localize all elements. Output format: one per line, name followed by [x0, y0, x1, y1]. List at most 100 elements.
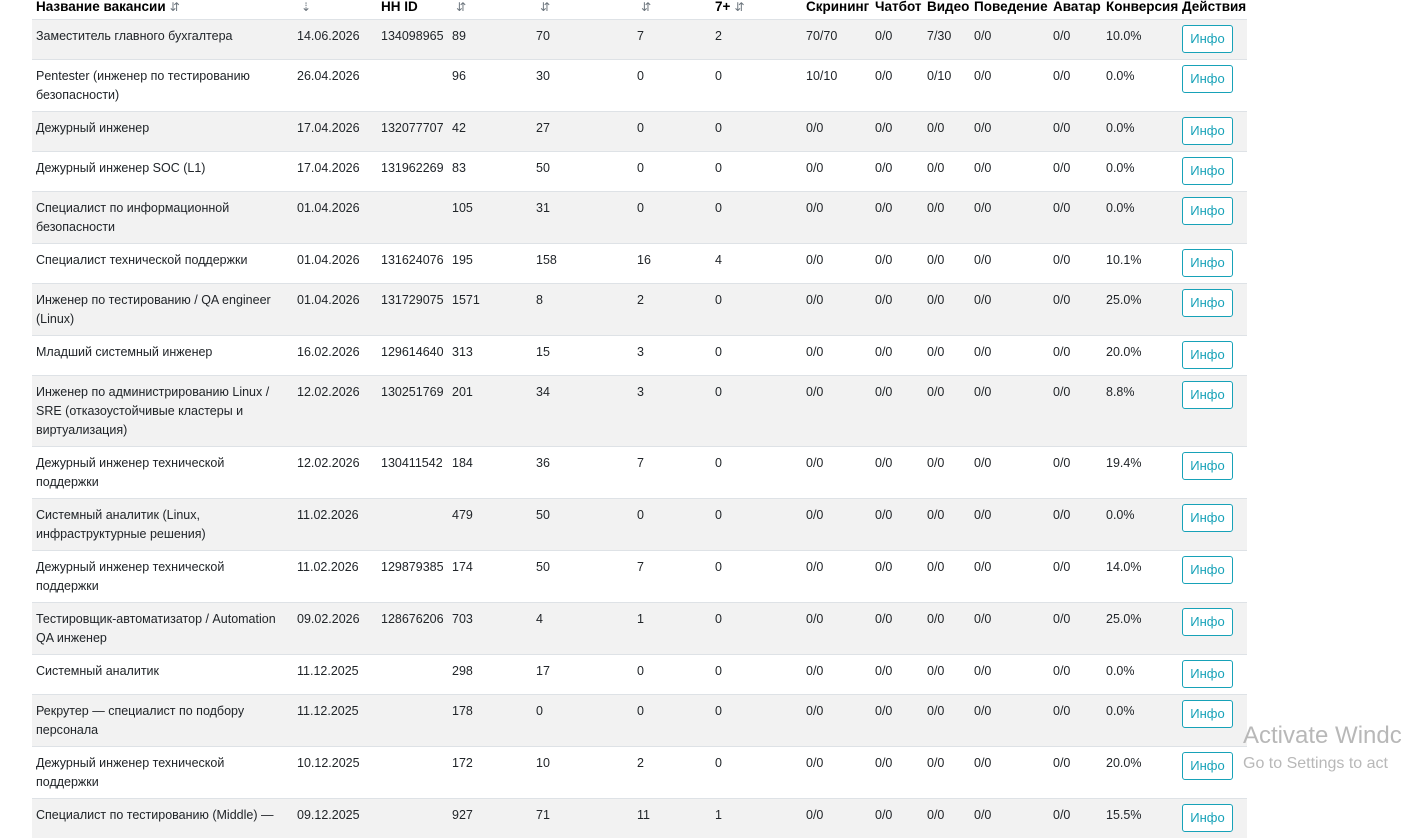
- actions-cell: Инфо: [1178, 655, 1247, 695]
- info-button[interactable]: Инфо: [1182, 452, 1233, 480]
- count-7plus-cell: 0: [711, 336, 802, 376]
- column-header[interactable]: 7+ ⇵: [711, 0, 802, 20]
- info-button[interactable]: Инфо: [1182, 700, 1233, 728]
- date-cell: 12.02.2026: [293, 447, 377, 499]
- column-header-label: Видео: [927, 0, 969, 14]
- column-header-label: 7+: [715, 0, 730, 14]
- column-header: Видео: [923, 0, 970, 20]
- count-cell: 30: [532, 60, 633, 112]
- info-button[interactable]: Инфо: [1182, 556, 1233, 584]
- info-button[interactable]: Инфо: [1182, 249, 1233, 277]
- count-cell: 0: [633, 152, 711, 192]
- column-header: HH ID: [377, 0, 448, 20]
- conversion-cell: 19.4%: [1102, 447, 1178, 499]
- date-cell: 11.12.2025: [293, 655, 377, 695]
- screening-cell: 70/70: [802, 20, 871, 60]
- hh-id-cell: 131729075: [377, 284, 448, 336]
- vacancy-name-cell: Заместитель главного бухгалтера: [32, 20, 293, 60]
- count-cell: 15: [532, 336, 633, 376]
- count-7plus-cell: 2: [711, 20, 802, 60]
- hh-id-cell: 128676206: [377, 603, 448, 655]
- video-cell: 0/0: [923, 112, 970, 152]
- avatar-cell: 0/0: [1049, 499, 1102, 551]
- avatar-cell: 0/0: [1049, 284, 1102, 336]
- column-header[interactable]: ⇵: [532, 0, 633, 20]
- vacancy-name-cell: Дежурный инженер технической поддержки: [32, 447, 293, 499]
- column-header[interactable]: Название вакансии⇵: [32, 0, 293, 20]
- sort-icon[interactable]: ⇣: [301, 0, 311, 14]
- vacancy-name-cell: Специалист по информационной безопасност…: [32, 192, 293, 244]
- info-button[interactable]: Инфо: [1182, 660, 1233, 688]
- count-7plus-cell: 1: [711, 799, 802, 838]
- vacancy-name-cell: Системный аналитик: [32, 655, 293, 695]
- count-cell: 36: [532, 447, 633, 499]
- behavior-cell: 0/0: [970, 152, 1049, 192]
- date-cell: 17.04.2026: [293, 112, 377, 152]
- count-cell: 479: [448, 499, 532, 551]
- table-row: Дежурный инженер технической поддержки12…: [32, 447, 1247, 499]
- date-cell: 11.02.2026: [293, 551, 377, 603]
- sort-icon[interactable]: ⇵: [734, 0, 744, 14]
- hh-id-cell: [377, 60, 448, 112]
- vacancy-name-cell: Дежурный инженер технической поддержки: [32, 551, 293, 603]
- chatbot-cell: 0/0: [871, 152, 923, 192]
- info-button[interactable]: Инфо: [1182, 381, 1233, 409]
- conversion-cell: 10.1%: [1102, 244, 1178, 284]
- count-cell: 158: [532, 244, 633, 284]
- table-row: Инженер по тестированию / QA engineer (L…: [32, 284, 1247, 336]
- behavior-cell: 0/0: [970, 603, 1049, 655]
- conversion-cell: 0.0%: [1102, 60, 1178, 112]
- info-button[interactable]: Инфо: [1182, 341, 1233, 369]
- info-button[interactable]: Инфо: [1182, 752, 1233, 780]
- info-button[interactable]: Инфо: [1182, 608, 1233, 636]
- count-cell: 71: [532, 799, 633, 838]
- column-header[interactable]: ⇣: [293, 0, 377, 20]
- count-7plus-cell: 0: [711, 747, 802, 799]
- sort-icon[interactable]: ⇵: [456, 0, 466, 14]
- table-row: Дежурный инженер технической поддержки11…: [32, 551, 1247, 603]
- vacancy-name-cell: Pentester (инженер по тестированию безоп…: [32, 60, 293, 112]
- count-cell: 0: [633, 192, 711, 244]
- column-header: Скрининг: [802, 0, 871, 20]
- table-row: Дежурный инженер SOC (L1)17.04.202613196…: [32, 152, 1247, 192]
- date-cell: 11.12.2025: [293, 695, 377, 747]
- info-button[interactable]: Инфо: [1182, 504, 1233, 532]
- screening-cell: 0/0: [802, 655, 871, 695]
- info-button[interactable]: Инфо: [1182, 157, 1233, 185]
- conversion-cell: 8.8%: [1102, 376, 1178, 447]
- hh-id-cell: 130411542: [377, 447, 448, 499]
- actions-cell: Инфо: [1178, 695, 1247, 747]
- avatar-cell: 0/0: [1049, 747, 1102, 799]
- vacancy-name-cell: Инженер по администрированию Linux / SRE…: [32, 376, 293, 447]
- count-cell: 7: [633, 551, 711, 603]
- screening-cell: 0/0: [802, 603, 871, 655]
- actions-cell: Инфо: [1178, 603, 1247, 655]
- chatbot-cell: 0/0: [871, 499, 923, 551]
- info-button[interactable]: Инфо: [1182, 289, 1233, 317]
- sort-icon[interactable]: ⇵: [170, 0, 180, 14]
- column-header[interactable]: ⇵: [448, 0, 532, 20]
- chatbot-cell: 0/0: [871, 112, 923, 152]
- screening-cell: 0/0: [802, 799, 871, 838]
- count-cell: 105: [448, 192, 532, 244]
- column-header-label: Чатбот: [875, 0, 921, 14]
- table-row: Рекрутер — специалист по подбору персона…: [32, 695, 1247, 747]
- sort-icon[interactable]: ⇵: [540, 0, 550, 14]
- avatar-cell: 0/0: [1049, 376, 1102, 447]
- chatbot-cell: 0/0: [871, 799, 923, 838]
- info-button[interactable]: Инфо: [1182, 197, 1233, 225]
- actions-cell: Инфо: [1178, 60, 1247, 112]
- info-button[interactable]: Инфо: [1182, 117, 1233, 145]
- column-header[interactable]: ⇵: [633, 0, 711, 20]
- video-cell: 0/0: [923, 376, 970, 447]
- chatbot-cell: 0/0: [871, 695, 923, 747]
- info-button[interactable]: Инфо: [1182, 25, 1233, 53]
- conversion-cell: 0.0%: [1102, 655, 1178, 695]
- vacancy-name-cell: Тестировщик-автоматизатор / Automation Q…: [32, 603, 293, 655]
- actions-cell: Инфо: [1178, 284, 1247, 336]
- avatar-cell: 0/0: [1049, 192, 1102, 244]
- sort-icon[interactable]: ⇵: [641, 0, 651, 14]
- info-button[interactable]: Инфо: [1182, 804, 1233, 832]
- date-cell: 01.04.2026: [293, 192, 377, 244]
- info-button[interactable]: Инфо: [1182, 65, 1233, 93]
